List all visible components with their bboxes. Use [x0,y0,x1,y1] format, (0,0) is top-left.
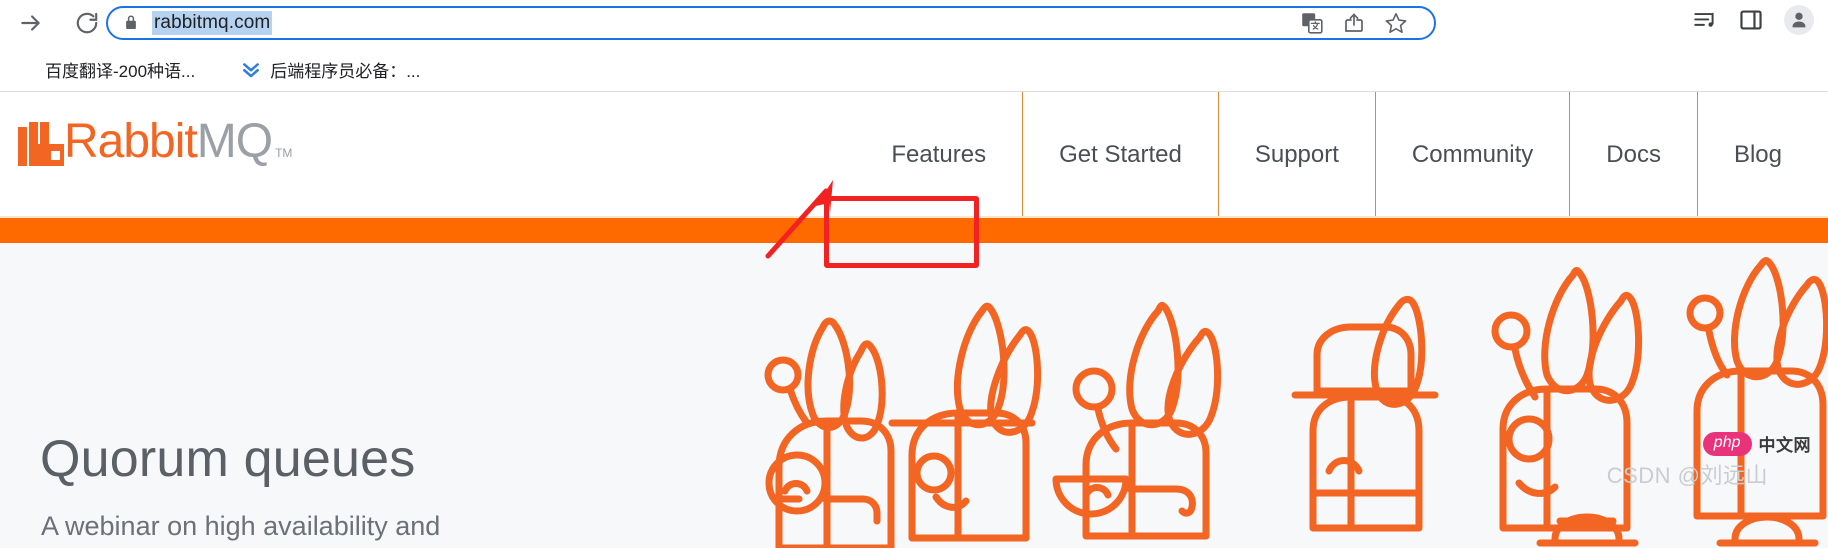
site-header: Rabbit MQ TM Features Get Started Suppor… [0,92,1828,218]
profile-avatar-icon[interactable] [1784,5,1814,35]
nav-label: Community [1411,141,1534,168]
nav-item-features[interactable]: Features [855,92,1022,218]
browser-window: rabbitmq.com G [0,0,1828,548]
media-playlist-icon[interactable] [1692,7,1718,33]
blue-double-chevron-favicon [241,59,261,79]
nav-label: Docs [1606,141,1661,168]
php-badge-label: php [1702,431,1752,456]
rabbitmq-rabbit-mascots-illustration [735,243,1828,548]
nav-label: Blog [1733,141,1782,168]
star-icon[interactable] [1384,11,1408,35]
address-bar-url[interactable]: rabbitmq.com [152,11,273,35]
forward-arrow-icon[interactable] [10,2,52,44]
web-page-viewport: Rabbit MQ TM Features Get Started Suppor… [0,92,1828,548]
nav-item-support[interactable]: Support [1217,92,1375,218]
translate-icon[interactable]: G [1300,11,1324,35]
browser-toolbar-right [1692,5,1814,35]
bookmark-item-backend-dev[interactable]: 后端程序员必备：... [231,54,430,84]
browser-toolbar: rabbitmq.com G [0,0,1828,46]
logo-trademark: TM [275,146,293,160]
bookmarks-bar: 百度翻译-200种语... 后端程序员必备：... [0,46,1828,92]
address-bar-actions: G [1300,11,1434,35]
reload-icon[interactable] [66,2,108,44]
nav-item-get-started[interactable]: Get Started [1022,92,1218,218]
hero-section: Quorum queues A webinar on high availabi… [0,243,1828,548]
hero-title: Quorum queues [40,430,416,488]
lock-icon [122,14,140,32]
bookmark-label: 后端程序员必备：... [270,61,421,81]
logo-word-rabbit: Rabbit [64,115,198,168]
bookmark-label: 百度翻译-200种语... [45,61,196,81]
php-badge-cn-label: 中文网 [1758,436,1811,455]
nav-label: Get Started [1059,141,1182,168]
rabbitmq-rabbit-icon [18,122,64,166]
share-icon[interactable] [1342,11,1366,35]
rabbitmq-logo[interactable]: Rabbit MQ TM [18,118,292,166]
php-watermark: php 中文网 [1702,431,1811,456]
nav-item-docs[interactable]: Docs [1569,92,1697,218]
bookmark-item-baidu-translate[interactable]: 百度翻译-200种语... [6,54,205,84]
orange-accent-band [0,218,1828,243]
side-panel-icon[interactable] [1738,7,1764,33]
address-bar[interactable]: rabbitmq.com G [106,6,1436,40]
nav-label: Support [1254,141,1339,168]
nav-label: Features [891,141,987,168]
hero-subtitle: A webinar on high availability and data … [41,511,441,548]
nav-item-community[interactable]: Community [1374,92,1569,218]
nav-item-blog[interactable]: Blog [1696,92,1828,218]
site-navigation: Features Get Started Support Community D… [855,92,1828,218]
csdn-watermark: CSDN @刘远山 [1606,463,1768,488]
logo-word-mq: MQ [196,115,273,168]
